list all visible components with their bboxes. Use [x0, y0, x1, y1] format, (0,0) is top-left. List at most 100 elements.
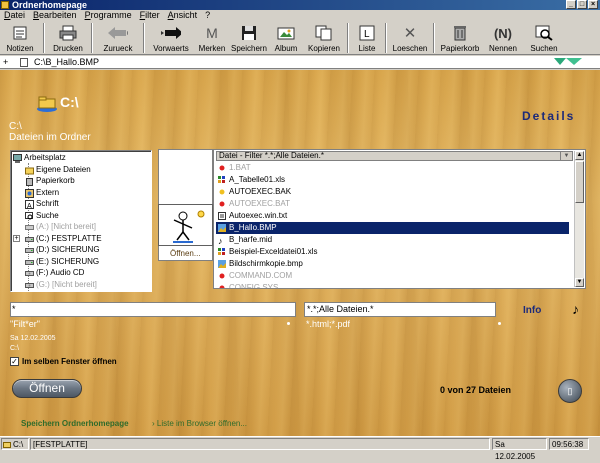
current-path-label: C:\: [9, 121, 22, 132]
file-row[interactable]: Beispiel-Exceldatei01.xls: [216, 246, 569, 258]
tree-item-suche[interactable]: Suche: [11, 210, 151, 222]
notizen-button[interactable]: Notizen: [0, 21, 40, 55]
info-link[interactable]: Info: [523, 305, 541, 316]
notizen-label: Notizen: [6, 44, 34, 53]
zurueck-button[interactable]: Zurueck: [96, 21, 140, 55]
tree-item-f-audio-cd[interactable]: (F:) Audio CD: [11, 267, 151, 279]
tree-item-eigene-dateien[interactable]: Eigene Dateien: [11, 164, 151, 176]
tree-item-label: (E:) SICHERUNG: [36, 256, 100, 266]
spreadsheet-icon: [218, 248, 226, 256]
scroll-up-arrow-icon[interactable]: ▲: [575, 151, 584, 160]
menu-accelerator: F: [139, 10, 146, 20]
close-button[interactable]: ×: [588, 0, 598, 9]
cd-icon: [25, 281, 34, 289]
menu-help[interactable]: ?: [201, 10, 214, 21]
red-dot-icon: [218, 272, 226, 280]
papierkorb-button[interactable]: Papierkorb: [438, 21, 482, 55]
speichern-button[interactable]: Speichern: [230, 21, 268, 55]
expand-plus[interactable]: +: [3, 56, 8, 69]
file-list-scrollbar[interactable]: ▲ ▼: [574, 151, 584, 287]
filter-input[interactable]: *: [10, 302, 296, 317]
tree-item-e-sicherung[interactable]: (E:) SICHERUNG: [11, 256, 151, 268]
image-icon: [218, 224, 226, 232]
round-action-button[interactable]: ▯: [558, 379, 582, 403]
tree-item-label: (A:) [Nicht bereit]: [36, 222, 97, 231]
drucken-button[interactable]: Drucken: [48, 21, 88, 55]
merken-label: Merken: [198, 44, 226, 53]
maximize-button[interactable]: □: [577, 0, 587, 9]
vorwaerts-button[interactable]: Vorwaerts: [148, 21, 194, 55]
loeschen-button[interactable]: ✕ Loeschen: [390, 21, 430, 55]
tree-item-g-nicht-bereit[interactable]: (G:) [Nicht bereit]: [11, 279, 151, 291]
tree-item-d-sicherung[interactable]: (D:) SICHERUNG: [11, 244, 151, 256]
copy-icon: [314, 23, 334, 43]
file-row[interactable]: COMMAND.COM: [216, 270, 569, 282]
minimize-button[interactable]: _: [566, 0, 576, 9]
open-list-in-browser-link[interactable]: › Liste im Browser öffnen...: [152, 419, 247, 428]
title-bar[interactable]: Ordnerhomepage _ □ ×: [0, 0, 600, 10]
kopieren-button[interactable]: Kopieren: [304, 21, 344, 55]
dropdown-triangle-icon[interactable]: [554, 58, 566, 65]
dropdown-triangle-icon[interactable]: [566, 58, 582, 65]
menu-programme[interactable]: Programme: [81, 10, 136, 21]
tree-item-a-nicht-bereit[interactable]: (A:) [Nicht bereit]: [11, 221, 151, 233]
file-list[interactable]: Datei - Filter *.*;Alle Dateien.* ▼ ▲ ▼ …: [213, 149, 586, 289]
floppy-save-icon: [239, 23, 259, 43]
toolbar-separator: [385, 23, 387, 53]
scroll-down-arrow-icon[interactable]: ▼: [575, 278, 584, 287]
folder-icon: [25, 166, 34, 174]
tree-item-schrift[interactable]: A Schrift: [11, 198, 151, 210]
folder-tree[interactable]: Arbeitsplatz Eigene Dateien Papierkorb Exte…: [10, 150, 152, 292]
music-note-icon[interactable]: ♪: [572, 301, 579, 317]
file-name: Bildschirmkopie.bmp: [229, 259, 303, 268]
kopieren-label: Kopieren: [307, 44, 341, 53]
file-row[interactable]: CONFIG.SYS: [216, 282, 569, 288]
address-bar[interactable]: + C:\B_Hallo.BMP: [0, 56, 600, 69]
menu-datei[interactable]: Datei: [0, 10, 29, 21]
merken-button[interactable]: M Merken: [194, 21, 230, 55]
image-icon: [218, 260, 226, 268]
same-window-label: Im selben Fenster öffnen: [22, 357, 117, 366]
document-icon: [20, 58, 28, 67]
tree-item-extern[interactable]: Extern: [11, 187, 151, 199]
liste-button[interactable]: L Liste: [352, 21, 382, 55]
chevron-down-icon[interactable]: ▼: [560, 152, 572, 160]
drucken-label: Drucken: [53, 44, 83, 53]
expand-plus-icon[interactable]: +: [13, 234, 20, 242]
recycle-bin-icon: [25, 177, 33, 186]
file-row[interactable]: Bildschirmkopie.bmp: [216, 258, 569, 270]
same-window-checkbox[interactable]: ✓: [10, 357, 19, 366]
file-row[interactable]: 1.BAT: [216, 162, 569, 174]
file-row[interactable]: Autoexec.win.txt: [216, 210, 569, 222]
album-button[interactable]: Album: [268, 21, 304, 55]
tree-item-arbeitsplatz[interactable]: Arbeitsplatz: [11, 152, 151, 164]
preview-image[interactable]: [158, 204, 213, 246]
scroll-thumb[interactable]: [575, 161, 584, 203]
window-title: Ordnerhomepage: [12, 0, 88, 10]
tree-item-papierkorb[interactable]: Papierkorb: [11, 175, 151, 187]
file-row[interactable]: ♪ B_harfe.mid: [216, 234, 569, 246]
save-homepage-link[interactable]: Speichern Ordnerhomepage: [21, 419, 129, 428]
liste-label: Liste: [358, 44, 376, 53]
computer-icon: [13, 154, 22, 163]
file-row[interactable]: A_Tabelle01.xls: [216, 174, 569, 186]
file-row[interactable]: AUTOEXEC.BAT: [216, 198, 569, 210]
menu-bearbeiten[interactable]: Bearbeiten: [29, 10, 81, 21]
tree-item-c-festplatte[interactable]: + (C:) FESTPLATTE: [11, 233, 151, 245]
bookmark-m-icon: M: [206, 25, 218, 41]
nennen-button[interactable]: (N) Nennen: [482, 21, 524, 55]
file-filter-header[interactable]: Datei - Filter *.*;Alle Dateien.* ▼: [216, 151, 573, 161]
drive-icon: [25, 235, 34, 243]
suchen-button[interactable]: Suchen: [524, 21, 564, 55]
open-button[interactable]: Öffnen: [12, 379, 82, 398]
file-row[interactable]: B_Hallo.BMP: [216, 222, 569, 234]
preview-open-link[interactable]: Öffnen...: [170, 249, 201, 258]
file-row[interactable]: AUTOEXEC.BAK: [216, 186, 569, 198]
floppy-icon: [25, 223, 34, 231]
details-heading[interactable]: Details: [522, 109, 575, 123]
file-type-input[interactable]: *.*;Alle Dateien.*: [304, 302, 496, 317]
drive-label: C:\: [10, 345, 19, 352]
filter-dot: [287, 322, 290, 325]
menu-ansicht[interactable]: Ansicht: [164, 10, 202, 21]
menu-filter[interactable]: Filter: [136, 10, 164, 21]
